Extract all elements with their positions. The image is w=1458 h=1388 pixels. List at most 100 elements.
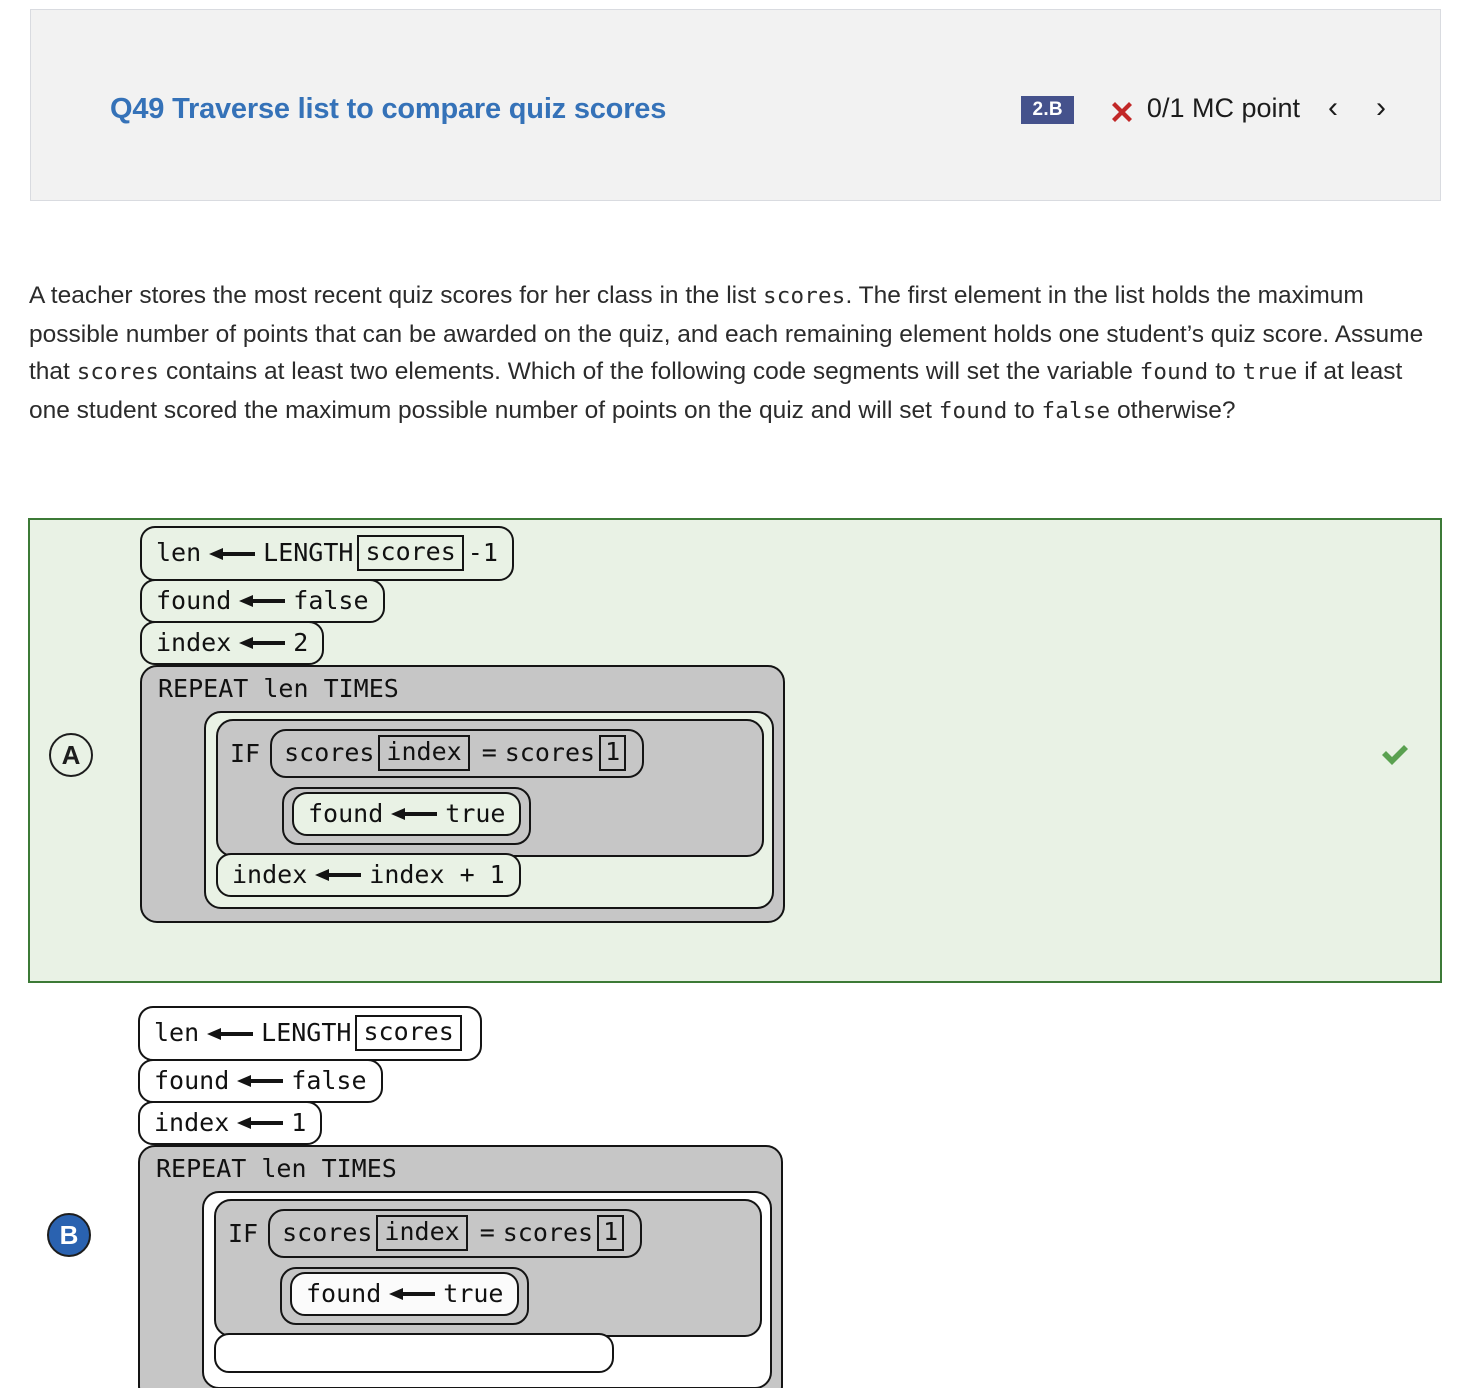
if-condition: scores index = scores 1: [268, 1208, 643, 1258]
question-header-panel: Q49 Traverse list to compare quiz scores…: [30, 9, 1441, 201]
value-index-init: 1: [291, 1107, 307, 1137]
prev-question-button[interactable]: ‹: [1322, 92, 1344, 123]
question-text: A teacher stores the most recent quiz sc…: [29, 277, 1434, 430]
code-row: index 1: [138, 1100, 783, 1145]
inline-code-true: true: [1242, 359, 1298, 385]
if-body: found true: [282, 786, 532, 845]
code-row: found false: [138, 1058, 783, 1103]
if-block: IF scores index = scores 1 found true: [216, 718, 764, 857]
question-text-part: A teacher stores the most recent quiz sc…: [29, 282, 763, 309]
repeat-label: REPEAT len TIMES: [156, 1153, 397, 1183]
statement-found-assign: found false: [140, 578, 385, 623]
statement-len-assign: len LENGTH scores: [138, 1006, 482, 1061]
statement-found-true: found true: [292, 791, 522, 836]
x-mark-icon: [1107, 97, 1137, 127]
code-row: len LENGTH scores: [138, 1006, 783, 1061]
assign-arrow-icon: [239, 594, 286, 608]
code-row: found false: [140, 578, 785, 623]
cond-left-scores: scores: [282, 1218, 373, 1248]
repeat-body: IF scores index = scores 1 found: [204, 710, 774, 909]
var-found: found: [154, 1065, 230, 1095]
cond-operator: =: [479, 1218, 495, 1248]
repeat-block: REPEAT len TIMES IF scores index = score…: [138, 1144, 783, 1388]
assign-arrow-icon: [209, 547, 256, 561]
code-row: index index + 1: [216, 852, 762, 897]
keyword-if: IF: [230, 738, 261, 768]
assign-arrow-icon: [389, 1287, 436, 1301]
answer-choice-a[interactable]: A len LENGTH scores -1 found false index…: [28, 518, 1442, 983]
pseudocode-block-a: len LENGTH scores -1 found false index 2…: [140, 526, 785, 923]
repeat-block: REPEAT len TIMES IF scores index = score…: [140, 664, 785, 923]
statement-found-true: found true: [290, 1271, 520, 1316]
assign-arrow-icon: [239, 636, 286, 650]
page-title: Q49 Traverse list to compare quiz scores: [110, 93, 667, 125]
cond-right-scores: scores: [504, 738, 596, 768]
var-found: found: [306, 1278, 382, 1308]
value-index-init: 2: [293, 627, 309, 657]
slot-one: 1: [597, 1214, 625, 1251]
cond-left-scores: scores: [284, 738, 375, 768]
statement-found-assign: found false: [138, 1058, 383, 1103]
op-length: LENGTH: [261, 1018, 352, 1048]
assign-arrow-icon: [315, 868, 362, 882]
pseudocode-block-b: len LENGTH scores found false index 1 RE…: [138, 1006, 783, 1388]
question-text-part: contains at least two elements. Which of…: [159, 358, 1140, 385]
inline-code-false: false: [1041, 397, 1111, 424]
code-row: REPEAT len TIMES IF scores index = score…: [140, 664, 785, 923]
inline-code-found: found: [938, 397, 1008, 424]
statement-index-assign: index 2: [140, 620, 325, 665]
var-found: found: [156, 585, 232, 615]
if-header: IF scores index = scores 1: [230, 728, 750, 778]
var-found: found: [308, 798, 384, 828]
keyword-if: IF: [228, 1218, 259, 1248]
statement-index-increment: index index + 1: [216, 852, 521, 897]
var-index: index: [154, 1107, 230, 1137]
var-len: len: [156, 538, 202, 568]
if-body: found true: [280, 1266, 530, 1325]
if-header: IF scores index = scores 1: [228, 1208, 748, 1258]
code-row: REPEAT len TIMES IF scores index = score…: [138, 1144, 783, 1388]
slot-index: index: [376, 1214, 468, 1251]
statement-clipped: [214, 1332, 614, 1373]
question-text-part: to: [1208, 358, 1243, 385]
statement-index-assign: index 1: [138, 1100, 323, 1145]
cond-right-scores: scores: [502, 1218, 594, 1248]
statement-len-assign: len LENGTH scores -1: [140, 526, 514, 581]
answer-choice-b[interactable]: B len LENGTH scores found false index 1 …: [28, 1000, 1442, 1388]
suffix-minus-one: -1: [467, 538, 498, 568]
question-text-part: to: [1007, 396, 1042, 424]
op-length: LENGTH: [263, 538, 354, 568]
assign-arrow-icon: [237, 1074, 284, 1088]
question-text-part: otherwise?: [1110, 396, 1236, 424]
assign-arrow-icon: [391, 807, 438, 821]
value-false: false: [293, 585, 369, 615]
repeat-body: IF scores index = scores 1 found: [202, 1190, 772, 1388]
inline-code-scores: scores: [76, 359, 160, 385]
code-row: len LENGTH scores -1: [140, 526, 785, 581]
value-true: true: [443, 1278, 504, 1308]
value-true: true: [445, 798, 506, 828]
slot-scores: scores: [357, 535, 464, 571]
inline-code-scores: scores: [762, 283, 846, 309]
check-icon: [1378, 738, 1412, 772]
slot-scores: scores: [355, 1015, 462, 1051]
slot-one: 1: [599, 734, 627, 771]
var-index: index: [232, 859, 308, 889]
score-label: 0/1 MC point: [1146, 93, 1300, 123]
code-row: index 2: [140, 620, 785, 665]
if-block: IF scores index = scores 1 found true: [214, 1198, 762, 1337]
next-question-button[interactable]: ›: [1370, 92, 1392, 123]
choice-marker-b[interactable]: B: [47, 1213, 91, 1257]
header-status-group: 2.B 0/1 MC point ‹ ›: [1021, 92, 1392, 127]
assign-arrow-icon: [207, 1027, 254, 1041]
value-index-plus-one: index + 1: [369, 859, 505, 889]
cond-operator: =: [481, 738, 497, 768]
choice-marker-a[interactable]: A: [49, 733, 93, 777]
assign-arrow-icon: [237, 1116, 284, 1130]
var-len: len: [154, 1018, 200, 1048]
slot-index: index: [378, 734, 470, 771]
code-row-clipped: [214, 1332, 760, 1377]
inline-code-found: found: [1139, 359, 1209, 385]
value-false: false: [291, 1065, 367, 1095]
if-condition: scores index = scores 1: [270, 728, 645, 778]
